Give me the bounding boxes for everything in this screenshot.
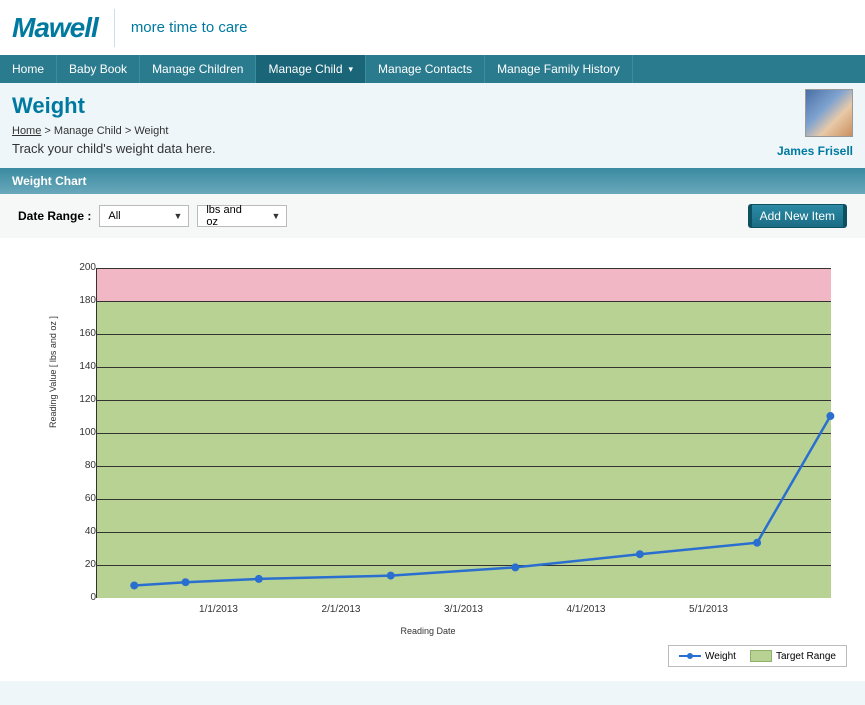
nav-label: Manage Family History [497, 62, 620, 76]
page-title: Weight [12, 93, 853, 119]
breadcrumb-leaf: Weight [134, 125, 168, 137]
breadcrumb-sep: > [125, 125, 131, 137]
nav-label: Manage Children [152, 62, 243, 76]
nav-label: Manage Contacts [378, 62, 472, 76]
plot-area [96, 268, 831, 598]
line-swatch-icon [679, 655, 701, 657]
series-svg [97, 268, 831, 597]
nav-label: Baby Book [69, 62, 127, 76]
x-tick-label: 5/1/2013 [689, 604, 728, 615]
nav-baby-book[interactable]: Baby Book [57, 55, 140, 83]
y-tick-label: 140 [56, 361, 96, 372]
logo: Mawell [12, 12, 98, 44]
x-tick-label: 3/1/2013 [444, 604, 483, 615]
y-tick-label: 100 [56, 427, 96, 438]
page-header: Weight Home > Manage Child > Weight Trac… [0, 83, 865, 168]
panel-header: Weight Chart [0, 168, 865, 194]
y-tick-label: 180 [56, 295, 96, 306]
y-tick-label: 80 [56, 460, 96, 471]
nav-label: Manage Child [268, 62, 342, 76]
logo-divider [114, 9, 115, 47]
nav-home[interactable]: Home [0, 55, 57, 83]
avatar[interactable] [805, 89, 853, 137]
x-tick-label: 4/1/2013 [567, 604, 606, 615]
date-range-label: Date Range : [18, 209, 91, 223]
caret-down-icon: ▼ [173, 211, 182, 221]
controls-row: Date Range : All ▼ lbs and oz ▼ Add New … [0, 194, 865, 238]
legend-container: Weight Target Range [0, 638, 865, 681]
nav-manage-contacts[interactable]: Manage Contacts [366, 55, 485, 83]
legend-weight: Weight [679, 651, 736, 662]
breadcrumb-home[interactable]: Home [12, 125, 41, 137]
select-value: lbs and oz [206, 204, 251, 228]
caret-down-icon: ▼ [271, 211, 280, 221]
legend: Weight Target Range [668, 645, 847, 667]
chevron-down-icon: ▾ [349, 64, 354, 75]
legend-label: Weight [705, 651, 736, 662]
y-tick-label: 200 [56, 262, 96, 273]
nav-manage-children[interactable]: Manage Children [140, 55, 256, 83]
page-description: Track your child's weight data here. [12, 141, 853, 156]
unit-select[interactable]: lbs and oz ▼ [197, 205, 287, 227]
breadcrumb-sep: > [44, 125, 50, 137]
app-header: Mawell more time to care [0, 0, 865, 55]
nav-label: Home [12, 62, 44, 76]
y-tick-label: 160 [56, 328, 96, 339]
breadcrumb: Home > Manage Child > Weight [12, 125, 853, 137]
y-tick-label: 60 [56, 493, 96, 504]
y-tick-label: 20 [56, 559, 96, 570]
profile-box: James Frisell [777, 89, 853, 158]
legend-label: Target Range [776, 651, 836, 662]
breadcrumb-mid: Manage Child [54, 125, 122, 137]
legend-target-range: Target Range [750, 650, 836, 662]
weight-chart: Reading Value [ lbs and oz ] Reading Dat… [18, 258, 838, 628]
y-tick-label: 40 [56, 526, 96, 537]
nav-manage-family-history[interactable]: Manage Family History [485, 55, 633, 83]
profile-name[interactable]: James Frisell [777, 144, 853, 158]
y-tick-label: 0 [56, 592, 96, 603]
date-range-select[interactable]: All ▼ [99, 205, 189, 227]
y-tick-label: 120 [56, 394, 96, 405]
main-nav: Home Baby Book Manage Children Manage Ch… [0, 55, 865, 83]
x-axis-label: Reading Date [400, 626, 455, 636]
chart-container: Reading Value [ lbs and oz ] Reading Dat… [0, 238, 865, 638]
add-new-item-button[interactable]: Add New Item [748, 204, 847, 228]
x-tick-label: 2/1/2013 [322, 604, 361, 615]
tagline: more time to care [131, 19, 248, 36]
select-value: All [108, 210, 120, 222]
nav-manage-child[interactable]: Manage Child ▾ [256, 55, 366, 83]
square-swatch-icon [750, 650, 772, 662]
x-tick-label: 1/1/2013 [199, 604, 238, 615]
